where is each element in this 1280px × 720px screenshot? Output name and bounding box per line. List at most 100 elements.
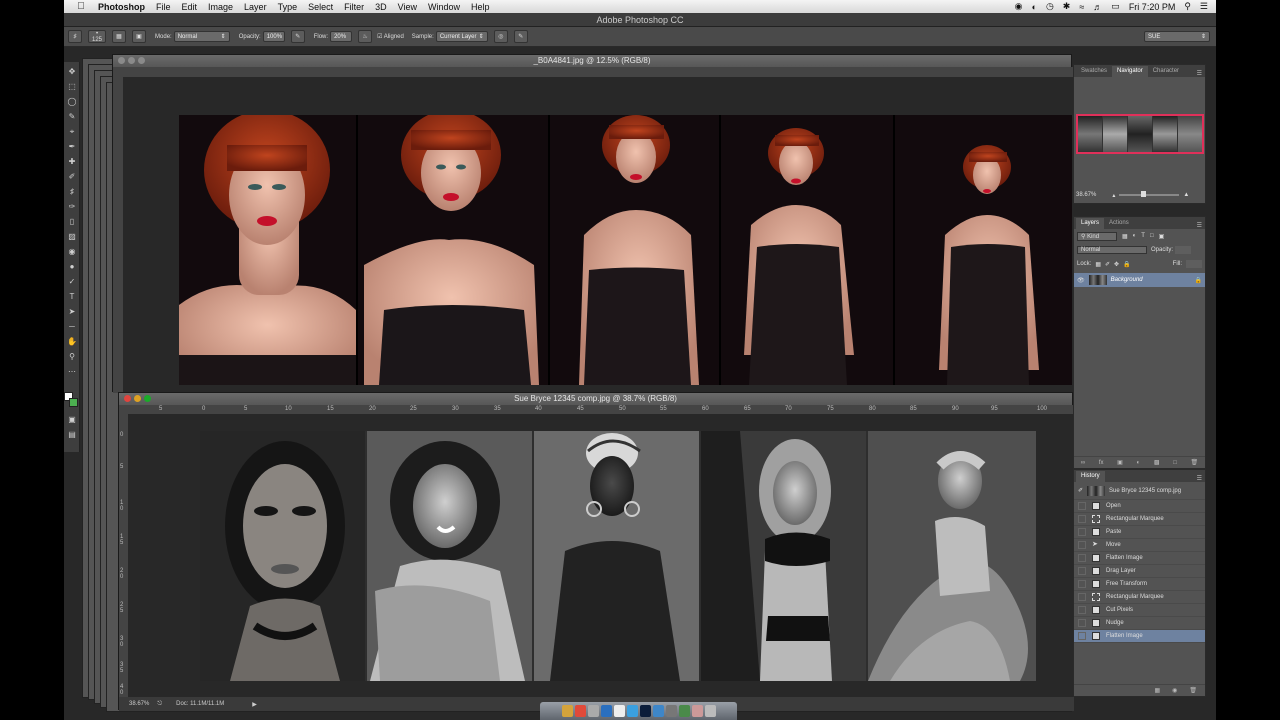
menu-select[interactable]: Select <box>308 2 333 12</box>
move-tool-icon[interactable]: ✥ <box>66 66 78 78</box>
filter-type-icon[interactable]: T <box>1141 233 1145 239</box>
history-item[interactable]: Nudge <box>1074 617 1205 630</box>
delete-state-icon[interactable]: 🗑 <box>1189 687 1197 694</box>
layer-opacity-field[interactable] <box>1175 246 1192 254</box>
time-machine-icon[interactable]: ◷ <box>1046 1 1054 12</box>
history-source-checkbox[interactable] <box>1078 593 1086 601</box>
tab-actions[interactable]: Actions <box>1104 218 1134 229</box>
lock-all-icon[interactable]: 🔒 <box>1123 261 1130 268</box>
more-tools-icon[interactable]: ⋯ <box>66 366 78 378</box>
image-canvas-bottom[interactable] <box>200 431 1036 681</box>
menu-view[interactable]: View <box>398 2 417 12</box>
close-icon[interactable] <box>124 395 131 402</box>
status-icon[interactable]: ◐ <box>1032 2 1037 12</box>
aligned-checkbox[interactable]: ☑ Aligned <box>377 33 404 40</box>
history-brush-tool-icon[interactable]: ✑ <box>66 201 78 213</box>
blend-mode-select[interactable]: Normal <box>1077 246 1147 254</box>
notifications-icon[interactable]: ☰ <box>1200 1 1208 12</box>
history-source-checkbox[interactable] <box>1078 580 1086 588</box>
app-store-icon[interactable] <box>626 705 638 717</box>
menu-3d[interactable]: 3D <box>375 2 387 12</box>
pressure-size-icon[interactable]: ✎ <box>513 30 528 43</box>
history-source-checkbox[interactable] <box>1078 541 1086 549</box>
healing-brush-tool-icon[interactable]: ✚ <box>66 156 78 168</box>
menu-window[interactable]: Window <box>428 2 460 12</box>
menu-filter[interactable]: Filter <box>344 2 364 12</box>
navigator-zoom-value[interactable]: 38.67% <box>1076 192 1096 198</box>
blur-tool-icon[interactable]: ◉ <box>66 246 78 258</box>
tab-swatches[interactable]: Swatches <box>1076 66 1112 77</box>
history-item[interactable]: Flatten Image <box>1074 552 1205 565</box>
vertical-ruler[interactable] <box>113 77 123 393</box>
filter-smart-object-icon[interactable]: ▣ <box>1159 233 1165 240</box>
sample-select[interactable]: Current Layer ⇕ <box>435 31 488 42</box>
eyedropper-tool-icon[interactable]: ✒ <box>66 141 78 153</box>
bridge-icon[interactable] <box>652 705 664 717</box>
apple-icon[interactable]:  <box>74 1 88 12</box>
adjustment-layer-icon[interactable]: ◐ <box>1137 460 1141 466</box>
lock-transparent-icon[interactable]: ▦ <box>1095 261 1101 268</box>
layer-row-background[interactable]: 👁 Background 🔒 <box>1074 273 1205 287</box>
history-source-checkbox[interactable] <box>1078 632 1086 640</box>
lock-pixels-icon[interactable]: ✐ <box>1105 261 1110 268</box>
history-item[interactable]: ➤ Move <box>1074 539 1205 552</box>
tab-navigator[interactable]: Navigator <box>1112 66 1148 77</box>
history-brush-source-icon[interactable]: ✐ <box>1078 487 1083 494</box>
history-item-selected[interactable]: Flatten Image <box>1074 630 1205 643</box>
history-source-checkbox[interactable] <box>1078 502 1086 510</box>
hand-tool-icon[interactable]: ✋ <box>66 336 78 348</box>
workspace-select[interactable]: SUE ⇕ <box>1144 31 1210 42</box>
menu-image[interactable]: Image <box>208 2 233 12</box>
history-item[interactable]: Paste <box>1074 526 1205 539</box>
shape-tool-icon[interactable]: ─ <box>66 321 78 333</box>
navigator-preview[interactable] <box>1076 114 1204 154</box>
mail-icon[interactable] <box>613 705 625 717</box>
wifi-icon[interactable]: ≈ <box>1079 2 1084 12</box>
fill-field[interactable] <box>1186 260 1202 268</box>
record-icon[interactable]: ◉ <box>1015 1 1023 12</box>
zoom-icon[interactable] <box>138 57 145 64</box>
marquee-tool-icon[interactable]: ⬚ <box>66 81 78 93</box>
status-menu-arrow-icon[interactable]: ▶ <box>252 701 257 708</box>
background-color-swatch[interactable] <box>69 398 78 407</box>
eraser-tool-icon[interactable]: ▯ <box>66 216 78 228</box>
slider-handle[interactable] <box>1141 191 1147 197</box>
menu-help[interactable]: Help <box>471 2 490 12</box>
menu-edit[interactable]: Edit <box>182 2 198 12</box>
zoom-out-icon[interactable]: ▴ <box>1112 192 1115 199</box>
tab-history[interactable]: History <box>1076 471 1105 482</box>
panel-menu-icon[interactable]: ☰ <box>1197 70 1205 77</box>
search-icon[interactable]: ⚲ <box>1184 1 1191 12</box>
type-tool-icon[interactable]: T <box>66 291 78 303</box>
visibility-eye-icon[interactable]: 👁 <box>1077 277 1085 284</box>
volume-icon[interactable]: ♬ <box>1093 2 1102 12</box>
clone-source-icon[interactable]: ▣ <box>132 30 147 43</box>
history-item[interactable]: Cut Pixels <box>1074 604 1205 617</box>
clone-stamp-tool-icon[interactable]: ♯ <box>66 186 78 198</box>
ignore-adjustment-icon[interactable]: ◎ <box>493 30 508 43</box>
screen-mode-icon[interactable]: ▤ <box>66 429 78 441</box>
launchpad-icon[interactable] <box>587 705 599 717</box>
pen-tool-icon[interactable]: ✓ <box>66 276 78 288</box>
history-source-checkbox[interactable] <box>1078 606 1086 614</box>
dodge-tool-icon[interactable]: ● <box>66 261 78 273</box>
navigator-zoom-slider[interactable] <box>1119 191 1180 197</box>
delete-layer-icon[interactable]: 🗑 <box>1191 459 1199 466</box>
new-group-icon[interactable]: ▩ <box>1154 459 1160 466</box>
panel-menu-icon[interactable]: ☰ <box>1197 475 1205 482</box>
document-title-bar[interactable]: Sue Bryce 12345 comp.jpg @ 38.7% (RGB/8) <box>119 393 1072 405</box>
menu-layer[interactable]: Layer <box>244 2 267 12</box>
filter-adjustment-icon[interactable]: ◐ <box>1133 233 1137 239</box>
add-mask-icon[interactable]: ▣ <box>1117 459 1123 466</box>
zoom-icon[interactable] <box>144 395 151 402</box>
history-source-checkbox[interactable] <box>1078 567 1086 575</box>
app-icon[interactable] <box>691 705 703 717</box>
chrome-icon[interactable] <box>574 705 586 717</box>
panel-menu-icon[interactable]: ☰ <box>1197 222 1205 229</box>
path-selection-tool-icon[interactable]: ➤ <box>66 306 78 318</box>
bluetooth-icon[interactable]: ✱ <box>1063 1 1071 12</box>
vertical-ruler[interactable]: 0 5 1 0 1 5 2 0 2 5 3 0 3 5 4 0 <box>119 414 128 697</box>
tab-character[interactable]: Character <box>1148 66 1184 77</box>
zoom-in-icon[interactable]: ▲ <box>1183 192 1189 198</box>
opacity-field[interactable]: 100% <box>262 31 285 42</box>
